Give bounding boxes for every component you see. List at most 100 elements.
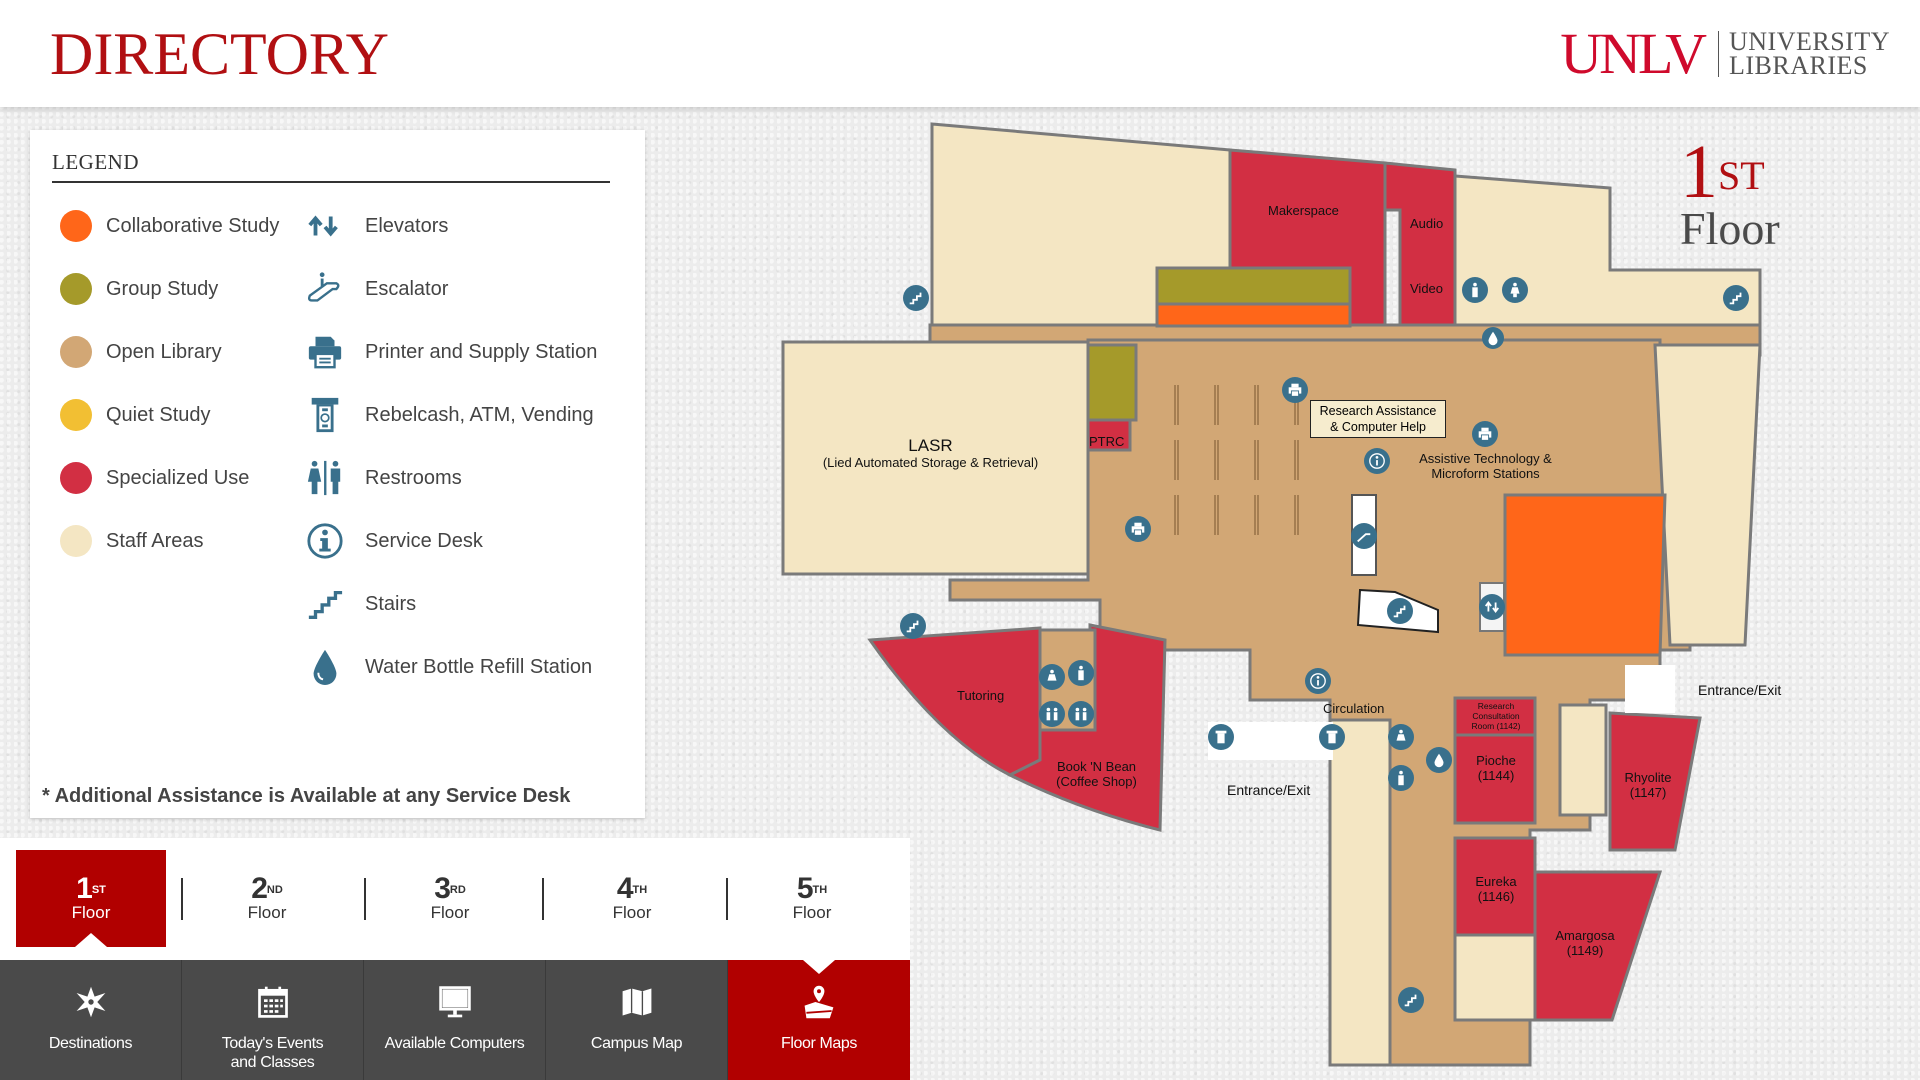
info-icon[interactable]	[1305, 668, 1331, 694]
restroom-icon[interactable]	[1388, 724, 1414, 750]
floor-tab-2[interactable]: 2ND Floor	[192, 850, 342, 947]
nav-label: Campus Map	[590, 1035, 683, 1052]
open-library-swatch	[60, 336, 92, 368]
amargosa-line-2: (1149)	[1566, 943, 1604, 958]
current-floor-word: Floor	[1680, 203, 1780, 254]
calendar-icon	[253, 982, 293, 1022]
atm-icon[interactable]	[1319, 724, 1345, 750]
legend-label: Specialized Use	[106, 466, 250, 489]
amargosa-line-1: Amargosa	[1555, 928, 1615, 943]
lasr-title: LASR	[908, 436, 953, 455]
floor-label: Floor	[247, 902, 287, 922]
legend-item-stairs: Stairs	[305, 584, 416, 624]
restroom-icon[interactable]	[1462, 277, 1488, 303]
legend-label: Service Desk	[365, 529, 483, 552]
legend-label: Printer and Supply Station	[365, 340, 598, 363]
nav-label: Destinations	[48, 1035, 133, 1052]
elevator-icon[interactable]	[1479, 594, 1505, 620]
staff-area-south	[1328, 718, 1392, 1067]
logo-line-2: LIBRARIES	[1729, 51, 1868, 80]
map-label-entrance-south: Entrance/Exit	[1227, 782, 1311, 798]
legend-item-group-study: Group Study	[60, 273, 218, 305]
legend-label: Collaborative Study	[106, 214, 280, 237]
floor-plan-drawing	[781, 122, 1762, 1067]
audio-video-rooms	[1383, 161, 1457, 327]
stairs-icon[interactable]	[1398, 987, 1424, 1013]
map-label-tutoring: Tutoring	[957, 688, 1005, 703]
nav-todays-events[interactable]: Today's Events and Classes	[182, 960, 364, 1080]
nav-campus-map[interactable]: Campus Map	[546, 960, 728, 1080]
legend-item-water-refill: Water Bottle Refill Station	[305, 647, 592, 687]
map-label-rhyolite: Rhyolite (1147)	[1620, 770, 1676, 800]
legend-item-open-library: Open Library	[60, 336, 222, 368]
restroom-icon[interactable]	[1388, 765, 1414, 791]
restroom-icon[interactable]	[1502, 277, 1528, 303]
legend-panel: LEGEND Collaborative Study Group Study O…	[30, 130, 645, 818]
floor-divider	[364, 878, 366, 920]
assistance-note: * Additional Assistance is Available at …	[42, 785, 571, 807]
legend-label: Group Study	[106, 277, 219, 300]
floor-label: Floor	[430, 902, 470, 922]
callout-line-1: Research Assistance	[1319, 404, 1437, 418]
nav-available-computers[interactable]: Available Computers	[364, 960, 546, 1080]
printer-icon[interactable]	[1472, 421, 1498, 447]
floor-number: 4TH	[616, 871, 648, 905]
legend-label: Restrooms	[365, 466, 462, 489]
floor-number: 1ST	[76, 871, 106, 905]
legend-item-staff-areas: Staff Areas	[60, 525, 203, 557]
assistive-line-1: Assistive Technology &	[1419, 451, 1552, 466]
legend-item-collaborative-study: Collaborative Study	[60, 210, 279, 242]
floor-tab-3[interactable]: 3RD Floor	[375, 850, 525, 947]
map-label-makerspace: Makerspace	[1268, 203, 1339, 218]
header: DIRECTORY UNLV UNIVERSITY LIBRARIES	[0, 0, 1920, 107]
restroom-icon[interactable]	[1068, 660, 1094, 686]
floor-tab-1[interactable]: 1ST Floor	[16, 850, 166, 947]
printer-icon[interactable]	[1125, 516, 1151, 542]
map-label-research-consultation: Research Consultation Room (1142)	[1458, 701, 1534, 731]
legend-item-printer: Printer and Supply Station	[305, 332, 597, 372]
nav-label: Available Computers	[384, 1035, 525, 1052]
stairs-icon[interactable]	[1723, 285, 1749, 311]
book-bean-line-1: Book 'N Bean	[1056, 759, 1137, 774]
staff-area-south-2	[1453, 933, 1537, 1022]
printer-icon[interactable]	[1282, 377, 1308, 403]
stairs-icon[interactable]	[900, 613, 926, 639]
floor-number: 2ND	[251, 871, 283, 905]
floor-tab-4[interactable]: 4TH Floor	[557, 850, 707, 947]
map-label-ptrc: PTRC	[1089, 434, 1125, 449]
legend-item-quiet-study: Quiet Study	[60, 399, 211, 431]
restroom-icon[interactable]	[1039, 701, 1065, 727]
water-drop-icon[interactable]	[1426, 747, 1452, 773]
legend-item-atm: Rebelcash, ATM, Vending	[305, 395, 594, 435]
compass-star-icon	[71, 982, 111, 1022]
legend-label: Water Bottle Refill Station	[365, 655, 593, 678]
water-drop-icon[interactable]	[1482, 327, 1504, 349]
stairs-icon[interactable]	[1387, 598, 1413, 624]
stairs-icon[interactable]	[903, 285, 929, 311]
legend-item-elevators: Elevators	[305, 206, 448, 246]
floor-divider	[726, 878, 728, 920]
info-icon[interactable]	[1364, 448, 1390, 474]
unlv-libraries-logo: UNLV UNIVERSITY LIBRARIES	[1560, 21, 1890, 86]
escalator-icon[interactable]	[1351, 523, 1377, 549]
collaborative-study-large	[1503, 493, 1667, 657]
staff-area-east	[1653, 343, 1762, 647]
consult-line-1: Research	[1477, 701, 1515, 711]
staff-areas-swatch	[60, 525, 92, 557]
floor-label: Floor	[71, 902, 111, 922]
restroom-icon[interactable]	[1068, 701, 1094, 727]
rhyolite-line-2: (1147)	[1629, 785, 1667, 800]
logo-unlv: UNLV	[1560, 21, 1707, 86]
atm-icon[interactable]	[1208, 724, 1234, 750]
eureka-line-2: (1146)	[1477, 889, 1515, 904]
staff-area-south-east	[1558, 703, 1608, 817]
research-assistance-callout[interactable]: Research Assistance & Computer Help	[1310, 400, 1446, 438]
floor-map[interactable]	[770, 115, 1920, 1080]
nav-destinations[interactable]: Destinations	[0, 960, 182, 1080]
restroom-icon[interactable]	[1039, 664, 1065, 690]
legend-item-service-desk: Service Desk	[305, 521, 483, 561]
consult-line-2: Consultation	[1472, 711, 1520, 721]
legend-title: LEGEND	[52, 150, 139, 174]
legend-label: Open Library	[106, 340, 222, 363]
legend-item-specialized-use: Specialized Use	[60, 462, 249, 494]
